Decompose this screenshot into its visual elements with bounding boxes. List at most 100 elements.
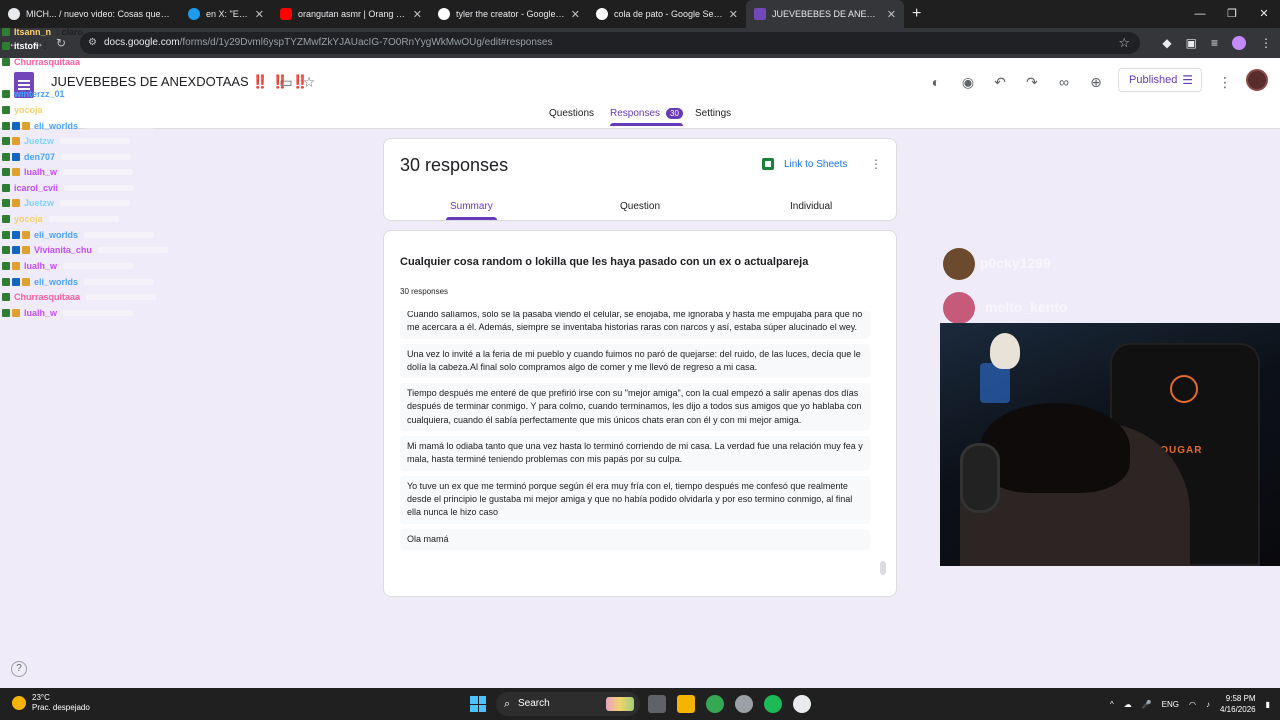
browser-tab[interactable]: tyler the creator - Google Searc ✕ <box>430 0 588 28</box>
close-tab-icon[interactable]: ✕ <box>571 8 580 21</box>
chat-message: lualh_w <box>2 166 134 178</box>
help-icon[interactable]: ? <box>11 661 27 677</box>
language-indicator[interactable]: ENG <box>1162 700 1179 709</box>
chat-badge-icon <box>2 262 10 270</box>
chat-faded-text <box>48 107 119 113</box>
webcam-overlay: COUGAR <box>940 323 1280 566</box>
chat-badge-icon <box>2 293 10 301</box>
volume-icon[interactable]: ♪ <box>1206 700 1210 709</box>
tab-summary[interactable]: Summary <box>446 201 497 220</box>
chat-badge-icon <box>2 278 10 286</box>
tab-title: JUEVEBEBES DE ANEXDOTAAS! <box>772 9 881 19</box>
link-to-sheets-button[interactable]: Link to Sheets <box>762 158 847 170</box>
wifi-icon[interactable]: ◠ <box>1189 700 1196 709</box>
published-button[interactable]: Published ☰ <box>1118 68 1202 92</box>
chat-faded-text <box>97 247 168 253</box>
viewer-name: melto_kento <box>985 299 1068 315</box>
answer-item: Tiempo después me enteré de que prefirió… <box>400 383 870 432</box>
windows-taskbar: 23°C Prac. despejado Search ^ ☁ 🎤 ENG ◠ … <box>0 688 1280 720</box>
chat-username: lualh_w <box>24 308 58 318</box>
folder-icon[interactable]: ▭ <box>276 72 296 92</box>
chat-badge-icon <box>2 184 10 192</box>
chat-message: Vivianita_chu <box>2 244 168 256</box>
bookmark-star-icon[interactable]: ☆ <box>1118 32 1130 54</box>
settings-icon[interactable] <box>735 695 753 713</box>
chat-username: yocoja <box>14 214 43 224</box>
user-avatar[interactable] <box>1246 69 1268 91</box>
link-icon[interactable]: ∞ <box>1054 72 1074 92</box>
obs-icon[interactable] <box>793 695 811 713</box>
chat-badge-icon <box>12 278 20 286</box>
maximize-icon[interactable]: ❐ <box>1216 0 1248 28</box>
chat-faded-text <box>84 279 155 285</box>
palette-icon[interactable]: ◐ <box>926 72 946 92</box>
tab-responses-label: Responses <box>610 108 661 119</box>
task-view-icon[interactable] <box>648 695 666 713</box>
tab-individual[interactable]: Individual <box>790 201 832 212</box>
puzzle-icon[interactable]: ▣ <box>1186 36 1197 50</box>
youtube-favicon-icon <box>280 8 292 20</box>
add-collaborator-icon[interactable]: ⊕ <box>1086 72 1106 92</box>
spotify-icon[interactable] <box>764 695 782 713</box>
chat-faded-text <box>48 216 119 222</box>
tab-responses[interactable]: Responses 30 <box>610 108 683 126</box>
chat-message: eli_worlds <box>2 276 155 288</box>
close-tab-icon[interactable]: ✕ <box>413 8 422 21</box>
onedrive-icon[interactable]: ☁ <box>1124 700 1132 709</box>
chrome-icon[interactable] <box>706 695 724 713</box>
chat-username: eli_worlds <box>34 277 79 287</box>
weather-widget[interactable]: 23°C Prac. despejado <box>12 693 90 713</box>
forms-favicon-icon <box>754 8 766 20</box>
browser-tab[interactable]: cola de pato - Google Search ✕ <box>588 0 746 28</box>
tab-questions[interactable]: Questions <box>549 108 594 119</box>
webcam-plush <box>990 333 1020 369</box>
answers-scrollbar[interactable] <box>880 561 886 575</box>
microphone-icon[interactable]: 🎤 <box>1142 700 1152 709</box>
streamer-hair <box>980 403 1130 493</box>
tray-overflow-icon[interactable]: ^ <box>1110 700 1114 709</box>
chrome-menu-icon[interactable]: ⋮ <box>1260 36 1272 50</box>
reading-list-icon[interactable]: ≡ <box>1211 36 1218 50</box>
link-to-sheets-label: Link to Sheets <box>784 158 848 170</box>
chat-username: winterzz_01 <box>14 89 65 99</box>
extension-icon[interactable]: ◆ <box>1162 36 1171 50</box>
chrome-profile-avatar[interactable] <box>1232 36 1246 50</box>
tab-question[interactable]: Question <box>620 201 660 212</box>
browser-tab[interactable]: orangutan asmr | Orang Utan A ✕ <box>272 0 430 28</box>
close-tab-icon[interactable]: ✕ <box>729 8 738 21</box>
preview-eye-icon[interactable]: ◉ <box>958 72 978 92</box>
more-options-icon[interactable]: ⋮ <box>1215 72 1235 92</box>
clock[interactable]: 9:58 PM 4/16/2026 <box>1220 693 1256 715</box>
notifications-icon[interactable]: ▮ <box>1266 700 1270 709</box>
responses-count-badge: 30 <box>666 108 683 119</box>
responses-summary-card: 30 responses Link to Sheets ⋮ Summary Qu… <box>383 138 897 221</box>
chat-badge-icon <box>2 168 10 176</box>
chat-faded-text <box>84 123 155 129</box>
new-tab-button[interactable]: + <box>904 5 929 23</box>
chat-username: den707 <box>24 152 56 162</box>
browser-tab-active[interactable]: JUEVEBEBES DE ANEXDOTAAS! ✕ <box>746 0 904 28</box>
start-icon[interactable] <box>470 696 486 712</box>
chat-badge-icon <box>12 199 20 207</box>
chat-badge-icon <box>2 106 10 114</box>
tab-settings[interactable]: Settings <box>695 108 731 119</box>
close-tab-icon[interactable]: ✕ <box>887 8 896 21</box>
answers-list[interactable]: Cuando salíamos, solo se la pasaba viend… <box>400 311 870 581</box>
weather-sun-icon <box>12 696 26 710</box>
taskbar-search[interactable]: Search <box>496 692 640 716</box>
answer-item: Ola mamá <box>400 528 870 550</box>
weather-desc: Prac. despejado <box>32 703 90 712</box>
sheets-icon <box>762 158 774 170</box>
chat-badge-icon <box>12 137 20 145</box>
chat-faded-text <box>86 59 157 65</box>
undo-icon[interactable]: ↶ <box>990 72 1010 92</box>
redo-icon[interactable]: ↷ <box>1022 72 1042 92</box>
extension-icons: ◆ ▣ ≡ ⋮ <box>1162 28 1272 58</box>
file-explorer-icon[interactable] <box>677 695 695 713</box>
close-window-icon[interactable]: ✕ <box>1248 0 1280 28</box>
star-icon[interactable]: ☆ <box>299 72 319 92</box>
chat-badge-icon <box>2 215 10 223</box>
chat-username: lualh_w <box>24 167 58 177</box>
responses-more-icon[interactable]: ⋮ <box>870 157 882 171</box>
minimize-icon[interactable]: — <box>1184 0 1216 28</box>
